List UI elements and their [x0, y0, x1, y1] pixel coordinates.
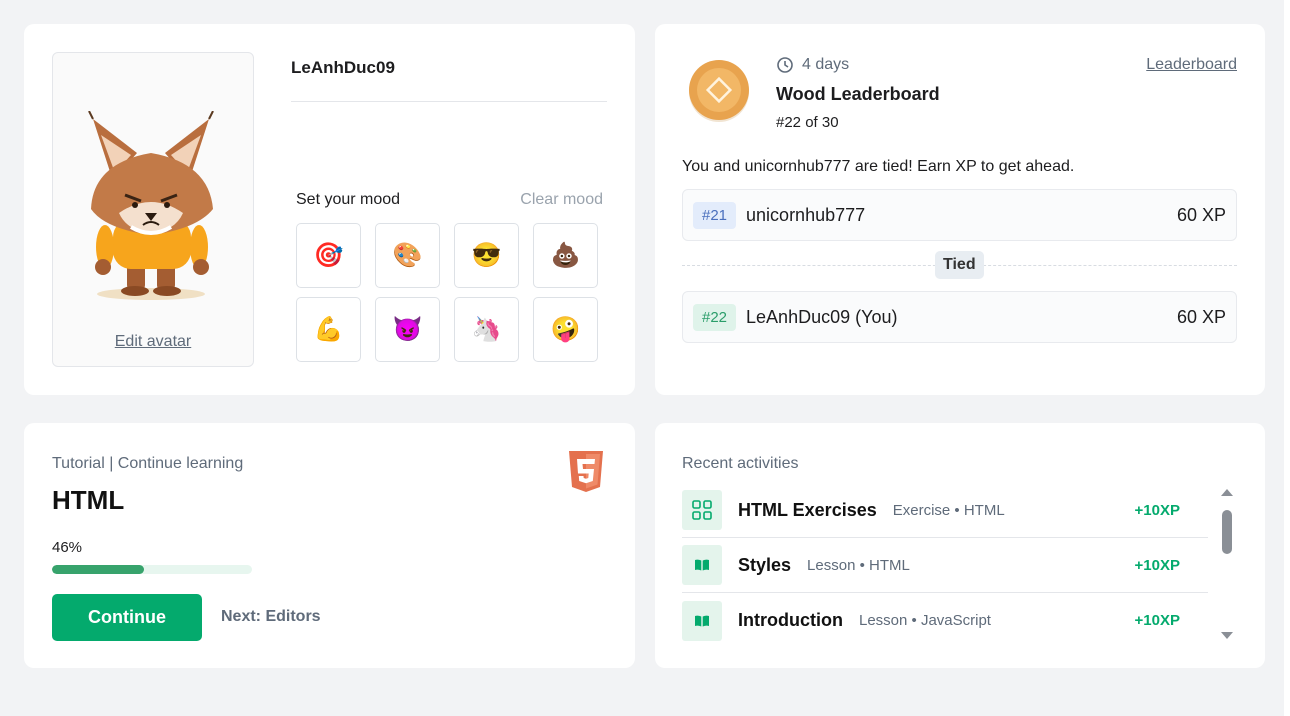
activities-title: Recent activities	[682, 455, 799, 472]
book-icon	[682, 545, 722, 585]
clear-mood-button[interactable]: Clear mood	[520, 191, 603, 209]
activity-xp: +10XP	[1134, 612, 1180, 629]
page-scrollbar-track	[1284, 0, 1290, 716]
progress-percent: 46%	[52, 539, 83, 556]
leaderboard-timer: 4 days	[776, 56, 849, 74]
mood-target-button[interactable]: 🎯	[296, 223, 361, 288]
leaderboard-rank: #22 of 30	[776, 114, 839, 131]
html5-icon	[569, 451, 603, 492]
activity-xp: +10XP	[1134, 501, 1180, 519]
tutorial-label: Tutorial | Continue learning	[52, 455, 244, 472]
leaderboard-row: #21 unicornhub777 60 XP	[682, 189, 1237, 241]
activity-item[interactable]: Introduction Lesson • JavaScript +10XP	[682, 593, 1208, 648]
mood-poop-button[interactable]: 💩	[533, 223, 598, 288]
activities-scrollbar[interactable]	[1220, 489, 1234, 639]
leaderboard-username: LeAnhDuc09 (You)	[746, 306, 898, 327]
profile-card: Edit avatar LeAnhDuc09 Set your mood Cle…	[24, 24, 635, 395]
days-remaining: 4 days	[802, 56, 850, 73]
leaderboard-title: Wood Leaderboard	[776, 84, 940, 104]
divider	[291, 101, 607, 102]
next-lesson-label: Next: Editors	[221, 608, 321, 625]
leaderboard-row-current-user: #22 LeAnhDuc09 (You) 60 XP	[682, 291, 1237, 343]
progress-bar-fill	[52, 565, 144, 574]
leaderboard-xp: 60 XP	[1176, 306, 1226, 327]
scroll-down-arrow-icon[interactable]	[1221, 632, 1233, 639]
activity-meta: Lesson • HTML	[807, 556, 910, 574]
leaderboard-message: You and unicornhub777 are tied! Earn XP …	[682, 158, 1075, 175]
activity-meta: Lesson • JavaScript	[858, 612, 991, 629]
avatar-box: Edit avatar	[52, 52, 254, 367]
activity-item[interactable]: HTML Exercises Exercise • HTML +10XP	[682, 483, 1208, 538]
tutorial-card: Tutorial | Continue learning HTML 46% Co…	[24, 423, 635, 668]
leaderboard-link[interactable]: Leaderboard	[1146, 56, 1237, 74]
username: LeAnhDuc09	[291, 58, 395, 77]
scroll-up-arrow-icon[interactable]	[1221, 489, 1233, 496]
leaderboard-card: 4 days Wood Leaderboard #22 of 30 Leader…	[655, 24, 1265, 395]
mood-palette-button[interactable]: 🎨	[375, 223, 440, 288]
mood-zany-button[interactable]: 🤪	[533, 297, 598, 362]
activity-title: HTML Exercises	[738, 499, 877, 520]
activity-xp: +10XP	[1134, 556, 1180, 574]
leaderboard-xp: 60 XP	[1176, 204, 1226, 225]
mood-devil-button[interactable]: 😈	[375, 297, 440, 362]
exercise-grid-icon	[682, 490, 722, 530]
recent-activities-card: Recent activities HTML Exercises Exercis…	[655, 423, 1265, 668]
mood-unicorn-button[interactable]: 🦄	[454, 297, 519, 362]
mood-grid: 🎯 🎨 😎 💩 💪 😈 🦄 🤪	[296, 223, 599, 362]
book-icon	[682, 600, 722, 641]
mood-sunglasses-button[interactable]: 😎	[454, 223, 519, 288]
activity-title: Introduction	[738, 610, 843, 630]
activity-title: Styles	[738, 554, 792, 575]
clock-icon	[777, 57, 793, 73]
wood-medal-icon	[689, 60, 749, 122]
activities-list: HTML Exercises Exercise • HTML +10XP Sty…	[682, 483, 1208, 648]
continue-button[interactable]: Continue	[52, 594, 202, 641]
rank-badge: #22	[693, 303, 737, 331]
leaderboard-username: unicornhub777	[746, 204, 866, 225]
scrollbar-thumb[interactable]	[1222, 510, 1232, 554]
progress-bar	[52, 565, 252, 574]
mood-title: Set your mood	[296, 191, 401, 208]
activity-meta: Exercise • HTML	[892, 501, 1005, 519]
rank-badge: #21	[693, 201, 737, 229]
tutorial-title: HTML	[52, 485, 125, 515]
activity-item[interactable]: Styles Lesson • HTML +10XP	[682, 538, 1208, 593]
edit-avatar-link[interactable]: Edit avatar	[53, 333, 253, 351]
fox-avatar-icon	[88, 111, 214, 300]
tied-badge: Tied	[935, 251, 984, 279]
mood-biceps-button[interactable]: 💪	[296, 297, 361, 362]
